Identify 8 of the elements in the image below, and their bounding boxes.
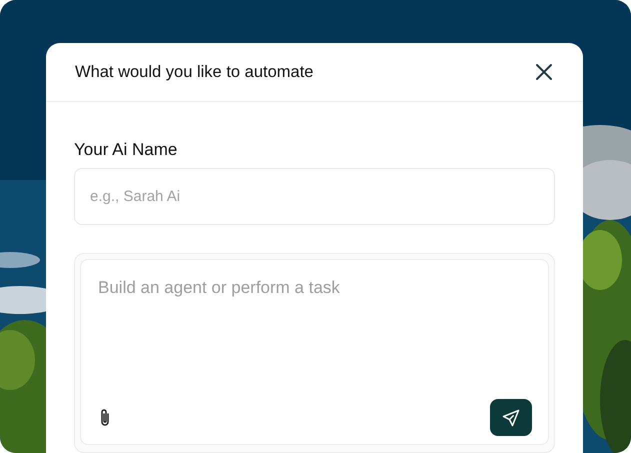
prompt-box[interactable]: Build an agent or perform a task	[80, 259, 549, 445]
send-button[interactable]	[490, 399, 532, 436]
send-icon	[502, 408, 520, 426]
dialog-title: What would you like to automate	[75, 62, 314, 82]
name-input-field[interactable]: e.g., Sarah Ai	[74, 168, 555, 225]
field-label: Your Ai Name	[74, 140, 178, 160]
close-button[interactable]	[533, 61, 555, 83]
prompt-input-field[interactable]: Build an agent or perform a task	[98, 278, 532, 399]
